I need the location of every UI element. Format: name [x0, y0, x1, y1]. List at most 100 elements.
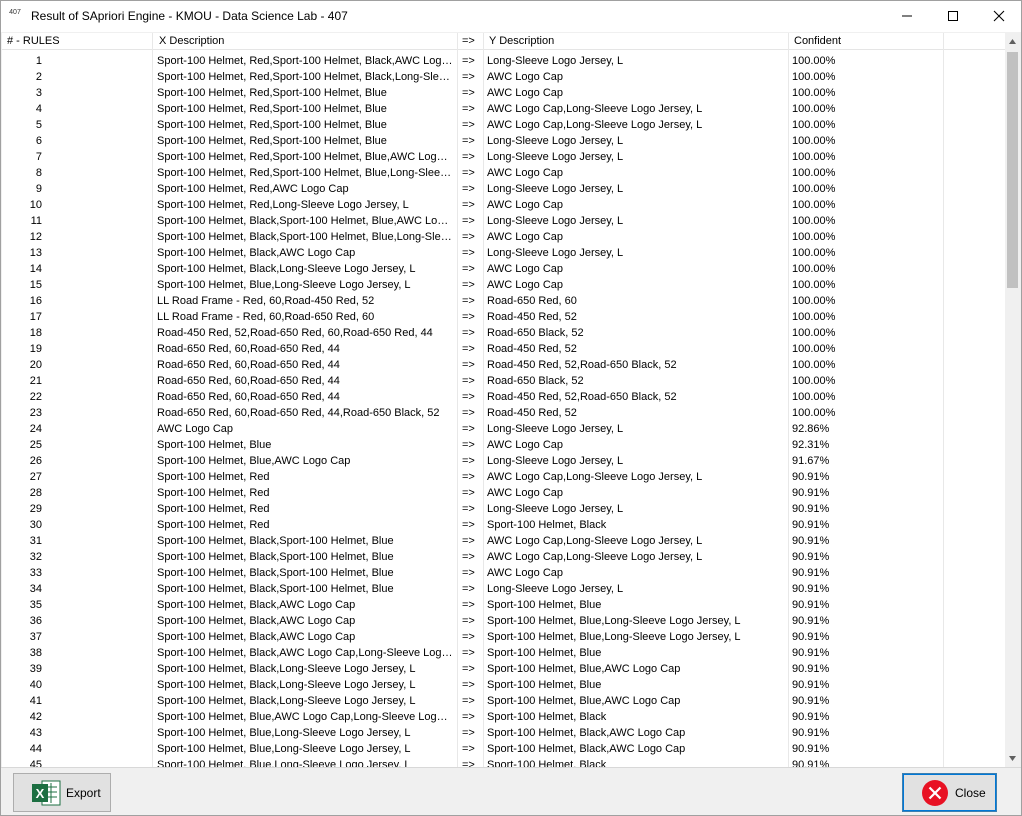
- maximize-button[interactable]: [930, 1, 976, 32]
- arrow-cell: =>: [462, 599, 475, 611]
- table-row[interactable]: 35 Sport-100 Helmet, Black,AWC Logo Cap =>…: [2, 597, 1005, 613]
- confident-cell: 100.00%: [792, 135, 836, 147]
- arrow-cell: =>: [462, 231, 475, 243]
- rule-number: 43: [29, 727, 42, 739]
- table-row[interactable]: 12 Sport-100 Helmet, Black,Sport-100 Helm…: [2, 229, 1005, 245]
- arrow-cell: =>: [462, 135, 475, 147]
- table-row[interactable]: 29 Sport-100 Helmet, Red => Long-Sleeve Log…: [2, 501, 1005, 517]
- table-row[interactable]: 14 Sport-100 Helmet, Black,Long-Sleeve Lo…: [2, 261, 1005, 277]
- table-row[interactable]: 31 Sport-100 Helmet, Black,Sport-100 Helm…: [2, 533, 1005, 549]
- table-row[interactable]: 10 Sport-100 Helmet, Red,Long-Sleeve Logo…: [2, 197, 1005, 213]
- table-row[interactable]: 13 Sport-100 Helmet, Black,AWC Logo Cap =>…: [2, 245, 1005, 261]
- rules-grid[interactable]: # - RULES X Description => Y Description…: [2, 33, 1020, 767]
- table-row[interactable]: 3 Sport-100 Helmet, Red,Sport-100 Helmet,…: [2, 85, 1005, 101]
- close-button[interactable]: Close: [902, 773, 997, 812]
- export-button[interactable]: X Export: [13, 773, 111, 812]
- x-description-cell: Sport-100 Helmet, Black,Sport-100 Helmet…: [157, 583, 394, 595]
- table-row[interactable]: 1 Sport-100 Helmet, Red,Sport-100 Helmet,…: [2, 53, 1005, 69]
- x-description-cell: Sport-100 Helmet, Black,AWC Logo Cap: [157, 615, 356, 627]
- table-row[interactable]: 27 Sport-100 Helmet, Red => AWC Logo Cap,Lo…: [2, 469, 1005, 485]
- header-arrow[interactable]: =>: [462, 35, 475, 47]
- y-description-cell: AWC Logo Cap,Long-Sleeve Logo Jersey, L: [487, 535, 703, 547]
- table-row[interactable]: 39 Sport-100 Helmet, Black,Long-Sleeve Lo…: [2, 661, 1005, 677]
- table-row[interactable]: 23 Road-650 Red, 60,Road-650 Red, 44,Road…: [2, 405, 1005, 421]
- table-row[interactable]: 42 Sport-100 Helmet, Blue,AWC Logo Cap,Lo…: [2, 709, 1005, 725]
- table-row[interactable]: 26 Sport-100 Helmet, Blue,AWC Logo Cap => L…: [2, 453, 1005, 469]
- x-description-cell: Sport-100 Helmet, Red,AWC Logo Cap: [157, 183, 349, 195]
- header-rules[interactable]: # - RULES: [7, 35, 60, 47]
- table-row[interactable]: 6 Sport-100 Helmet, Red,Sport-100 Helmet,…: [2, 133, 1005, 149]
- table-row[interactable]: 24 AWC Logo Cap => Long-Sleeve Logo Jersey,…: [2, 421, 1005, 437]
- table-row[interactable]: 30 Sport-100 Helmet, Red => Sport-100 Helme…: [2, 517, 1005, 533]
- rule-number: 12: [29, 231, 42, 243]
- minimize-button[interactable]: [884, 1, 930, 32]
- confident-cell: 100.00%: [792, 343, 836, 355]
- table-row[interactable]: 43 Sport-100 Helmet, Blue,Long-Sleeve Log…: [2, 725, 1005, 741]
- table-row[interactable]: 41 Sport-100 Helmet, Black,Long-Sleeve Lo…: [2, 693, 1005, 709]
- x-description-cell: Sport-100 Helmet, Black,Long-Sleeve Logo…: [157, 263, 416, 275]
- table-row[interactable]: 8 Sport-100 Helmet, Red,Sport-100 Helmet,…: [2, 165, 1005, 181]
- y-description-cell: AWC Logo Cap,Long-Sleeve Logo Jersey, L: [487, 119, 703, 131]
- vertical-scrollbar[interactable]: [1005, 33, 1020, 767]
- table-row[interactable]: 18 Road-450 Red, 52,Road-650 Red, 60,Road…: [2, 325, 1005, 341]
- table-row[interactable]: 44 Sport-100 Helmet, Blue,Long-Sleeve Log…: [2, 741, 1005, 757]
- window-close-button[interactable]: [976, 1, 1022, 32]
- y-description-cell: Long-Sleeve Logo Jersey, L: [487, 583, 624, 595]
- table-row[interactable]: 9 Sport-100 Helmet, Red,AWC Logo Cap => Lon…: [2, 181, 1005, 197]
- x-description-cell: Sport-100 Helmet, Blue: [157, 439, 272, 451]
- rule-number: 20: [29, 359, 42, 371]
- confident-cell: 90.91%: [792, 551, 830, 563]
- rule-number: 32: [29, 551, 42, 563]
- table-row[interactable]: 45 Sport-100 Helmet, Blue,Long-Sleeve Log…: [2, 757, 1005, 767]
- arrow-cell: =>: [462, 375, 475, 387]
- table-row[interactable]: 25 Sport-100 Helmet, Blue => AWC Logo Cap 92…: [2, 437, 1005, 453]
- table-row[interactable]: 21 Road-650 Red, 60,Road-650 Red, 44 => Roa…: [2, 373, 1005, 389]
- table-row[interactable]: 38 Sport-100 Helmet, Black,AWC Logo Cap,L…: [2, 645, 1005, 661]
- x-description-cell: Road-650 Red, 60,Road-650 Red, 44: [157, 375, 340, 387]
- y-description-cell: Sport-100 Helmet, Blue,Long-Sleeve Logo …: [487, 615, 741, 627]
- rule-number: 5: [35, 119, 42, 131]
- scrollbar-thumb[interactable]: [1007, 52, 1018, 288]
- table-row[interactable]: 33 Sport-100 Helmet, Black,Sport-100 Helm…: [2, 565, 1005, 581]
- table-row[interactable]: 28 Sport-100 Helmet, Red => AWC Logo Cap 90.…: [2, 485, 1005, 501]
- table-row[interactable]: 11 Sport-100 Helmet, Black,Sport-100 Helm…: [2, 213, 1005, 229]
- arrow-cell: =>: [462, 183, 475, 195]
- x-description-cell: Sport-100 Helmet, Red,Sport-100 Helmet, …: [157, 71, 453, 83]
- arrow-cell: =>: [462, 327, 475, 339]
- table-row[interactable]: 16 LL Road Frame - Red, 60,Road-450 Red, …: [2, 293, 1005, 309]
- arrow-cell: =>: [462, 503, 475, 515]
- table-row[interactable]: 17 LL Road Frame - Red, 60,Road-650 Red, …: [2, 309, 1005, 325]
- table-row[interactable]: 20 Road-650 Red, 60,Road-650 Red, 44 => Roa…: [2, 357, 1005, 373]
- header-y-description[interactable]: Y Description: [489, 35, 554, 47]
- table-row[interactable]: 2 Sport-100 Helmet, Red,Sport-100 Helmet,…: [2, 69, 1005, 85]
- rule-number: 7: [35, 151, 42, 163]
- table-row[interactable]: 32 Sport-100 Helmet, Black,Sport-100 Helm…: [2, 549, 1005, 565]
- arrow-cell: =>: [462, 439, 475, 451]
- scroll-up-button[interactable]: [1005, 33, 1020, 50]
- header-x-description[interactable]: X Description: [159, 35, 224, 47]
- y-description-cell: Sport-100 Helmet, Black: [487, 759, 607, 767]
- y-description-cell: AWC Logo Cap: [487, 279, 564, 291]
- table-row[interactable]: 15 Sport-100 Helmet, Blue,Long-Sleeve Log…: [2, 277, 1005, 293]
- table-row[interactable]: 19 Road-650 Red, 60,Road-650 Red, 44 => Roa…: [2, 341, 1005, 357]
- table-row[interactable]: 36 Sport-100 Helmet, Black,AWC Logo Cap =>…: [2, 613, 1005, 629]
- arrow-cell: =>: [462, 87, 475, 99]
- table-row[interactable]: 37 Sport-100 Helmet, Black,AWC Logo Cap =>…: [2, 629, 1005, 645]
- y-description-cell: Long-Sleeve Logo Jersey, L: [487, 247, 624, 259]
- x-description-cell: Sport-100 Helmet, Blue,Long-Sleeve Logo …: [157, 279, 411, 291]
- y-description-cell: Road-450 Red, 52,Road-650 Black, 52: [487, 391, 677, 403]
- scroll-down-button[interactable]: [1005, 750, 1020, 767]
- table-row[interactable]: 7 Sport-100 Helmet, Red,Sport-100 Helmet,…: [2, 149, 1005, 165]
- x-description-cell: Road-650 Red, 60,Road-650 Red, 44: [157, 391, 340, 403]
- table-row[interactable]: 4 Sport-100 Helmet, Red,Sport-100 Helmet,…: [2, 101, 1005, 117]
- table-row[interactable]: 34 Sport-100 Helmet, Black,Sport-100 Helm…: [2, 581, 1005, 597]
- table-row[interactable]: 5 Sport-100 Helmet, Red,Sport-100 Helmet,…: [2, 117, 1005, 133]
- x-description-cell: AWC Logo Cap: [157, 423, 234, 435]
- table-row[interactable]: 40 Sport-100 Helmet, Black,Long-Sleeve Lo…: [2, 677, 1005, 693]
- title-bar[interactable]: 407 Result of SApriori Engine - KMOU - D…: [1, 1, 1021, 32]
- rule-number: 29: [29, 503, 42, 515]
- arrow-cell: =>: [462, 759, 475, 767]
- x-description-cell: Road-650 Red, 60,Road-650 Red, 44,Road-6…: [157, 407, 440, 419]
- table-row[interactable]: 22 Road-650 Red, 60,Road-650 Red, 44 => Roa…: [2, 389, 1005, 405]
- header-confident[interactable]: Confident: [794, 35, 841, 47]
